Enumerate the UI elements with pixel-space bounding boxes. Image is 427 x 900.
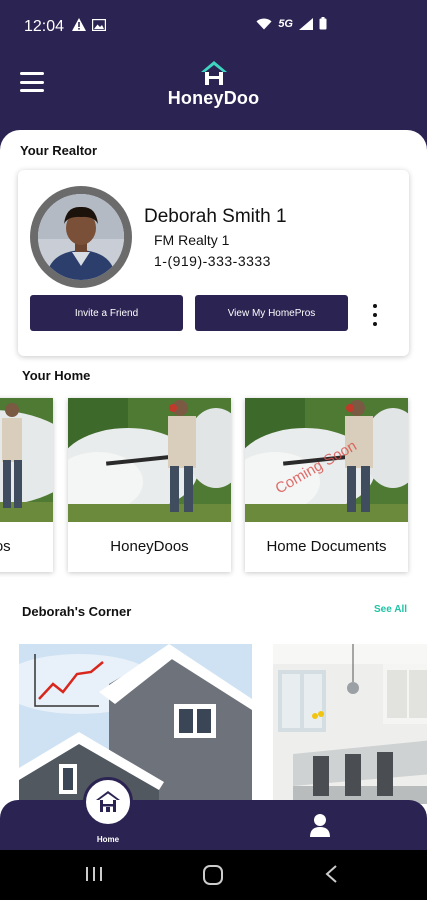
tile-label: HoneyDoos xyxy=(110,538,189,555)
battery-icon xyxy=(319,17,327,30)
house-market-photo xyxy=(19,644,252,804)
status-time: 12:04 xyxy=(24,18,65,35)
bottom-nav-bar xyxy=(0,800,427,850)
corner-article-card[interactable] xyxy=(19,644,252,804)
more-options-icon[interactable] xyxy=(373,304,379,326)
home-tile[interactable]: Coming Soon Home Documents xyxy=(245,398,408,572)
alert-icon xyxy=(72,18,86,31)
app-name: HoneyDoo xyxy=(167,88,260,108)
realtor-card: Deborah Smith 1 FM Realty 1 1-(919)-333-… xyxy=(18,170,409,356)
invite-friend-button[interactable]: Invite a Friend xyxy=(30,295,183,331)
wifi-icon xyxy=(256,18,272,29)
corner-section-title: Deborah's Corner xyxy=(22,604,132,619)
home-tiles-carousel[interactable]: HoneyDoos HoneyDoos xyxy=(0,398,427,574)
realtor-section-title: Your Realtor xyxy=(20,143,98,158)
app-header: HoneyDoo xyxy=(0,56,427,132)
tile-label: HoneyDoos xyxy=(0,538,11,555)
status-bar: 12:04 5G xyxy=(0,0,427,56)
realtor-avatar-ring xyxy=(30,186,132,288)
recent-apps-icon[interactable] xyxy=(84,864,104,884)
realtor-name: Deborah Smith 1 xyxy=(144,206,287,227)
home-nav-label: Home xyxy=(96,835,120,844)
tile-label: Home Documents xyxy=(266,538,387,555)
home-system-icon[interactable] xyxy=(202,864,224,886)
content-sheet: Your Realtor Deborah Smith 1 FM Realty 1… xyxy=(0,130,427,870)
home-nav-button[interactable] xyxy=(83,777,133,827)
system-nav-bar xyxy=(0,850,427,900)
signal-icon xyxy=(299,17,313,30)
view-homepros-button[interactable]: View My HomePros xyxy=(195,295,348,331)
kitchen-photo xyxy=(273,644,427,804)
home-section-title: Your Home xyxy=(22,368,91,383)
fogging-photo xyxy=(68,398,231,522)
realtor-company: FM Realty 1 xyxy=(154,232,230,248)
house-logo-icon xyxy=(200,61,227,85)
corner-carousel[interactable] xyxy=(0,644,427,804)
network-type: 5G xyxy=(278,17,293,30)
image-icon xyxy=(92,18,106,31)
app-logo: HoneyDoo xyxy=(0,60,427,109)
see-all-link[interactable]: See All xyxy=(374,604,407,615)
home-tile[interactable]: HoneyDoos xyxy=(0,398,53,572)
home-tile[interactable]: HoneyDoos xyxy=(68,398,231,572)
realtor-phone[interactable]: 1-(919)-333-3333 xyxy=(154,253,271,269)
corner-article-card[interactable] xyxy=(273,644,427,804)
fogging-photo xyxy=(0,398,53,522)
fogging-photo: Coming Soon xyxy=(245,398,408,522)
home-icon xyxy=(96,791,120,812)
profile-icon[interactable] xyxy=(309,813,331,837)
realtor-avatar xyxy=(38,194,124,280)
back-icon[interactable] xyxy=(324,864,338,884)
